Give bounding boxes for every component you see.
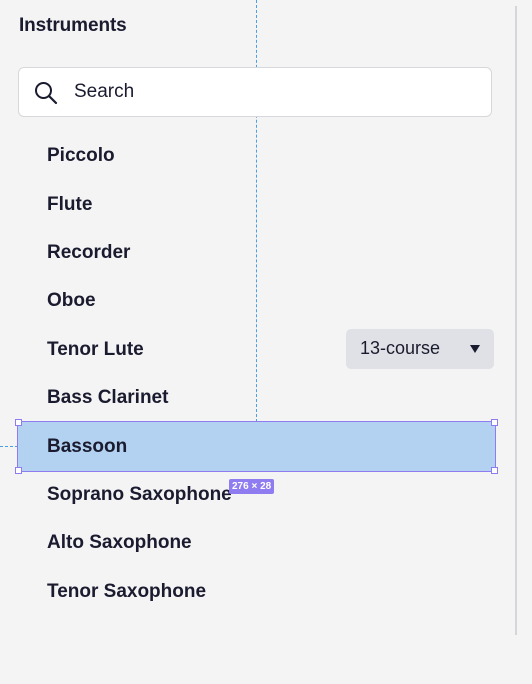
list-item-label: Alto Saxophone bbox=[47, 532, 192, 554]
list-item-label: Recorder bbox=[47, 241, 131, 263]
resize-handle-bottom-left[interactable] bbox=[15, 467, 22, 474]
list-item-tenor-saxophone[interactable]: Tenor Saxophone bbox=[18, 568, 495, 616]
instrument-list: Piccolo Flute Recorder Oboe Tenor Lute 1… bbox=[17, 132, 496, 616]
panel-title: Instruments bbox=[19, 15, 127, 36]
list-item-label: Soprano Saxophone bbox=[47, 483, 232, 505]
alignment-guide-horizontal bbox=[0, 446, 18, 447]
list-item-piccolo[interactable]: Piccolo bbox=[18, 132, 495, 180]
list-item-oboe[interactable]: Oboe bbox=[18, 277, 495, 325]
scrollbar[interactable] bbox=[515, 6, 517, 635]
list-item-label: Flute bbox=[47, 193, 93, 215]
list-item-recorder[interactable]: Recorder bbox=[18, 229, 495, 277]
list-item-bass-clarinet[interactable]: Bass Clarinet bbox=[18, 374, 495, 422]
list-item-label: Bassoon bbox=[47, 435, 128, 457]
size-badge: 276 × 28 bbox=[229, 479, 275, 494]
search-icon bbox=[33, 80, 59, 106]
instruments-panel: Instruments Piccolo Flute Recorder Oboe … bbox=[0, 0, 532, 684]
list-item-bassoon[interactable]: Bassoon bbox=[17, 421, 496, 472]
resize-handle-top-left[interactable] bbox=[15, 419, 22, 426]
list-item-label: Tenor Lute bbox=[47, 338, 144, 360]
list-item-alto-saxophone[interactable]: Alto Saxophone bbox=[18, 519, 495, 567]
list-item-soprano-saxophone[interactable]: Soprano Saxophone bbox=[18, 471, 495, 519]
list-item-label: Oboe bbox=[47, 290, 96, 312]
list-item-flute[interactable]: Flute bbox=[18, 180, 495, 228]
resize-handle-bottom-right[interactable] bbox=[491, 467, 498, 474]
search-box[interactable] bbox=[18, 67, 492, 117]
list-item-tenor-lute[interactable]: Tenor Lute 13-course bbox=[18, 326, 495, 374]
chevron-down-icon bbox=[470, 344, 480, 353]
list-item-label: Tenor Saxophone bbox=[47, 580, 207, 602]
search-input[interactable] bbox=[74, 68, 474, 116]
course-select[interactable]: 13-course bbox=[346, 328, 494, 369]
resize-handle-top-right[interactable] bbox=[491, 419, 498, 426]
list-item-label: Bass Clarinet bbox=[47, 387, 169, 409]
list-item-label: Piccolo bbox=[47, 145, 115, 167]
course-select-value: 13-course bbox=[360, 338, 441, 359]
